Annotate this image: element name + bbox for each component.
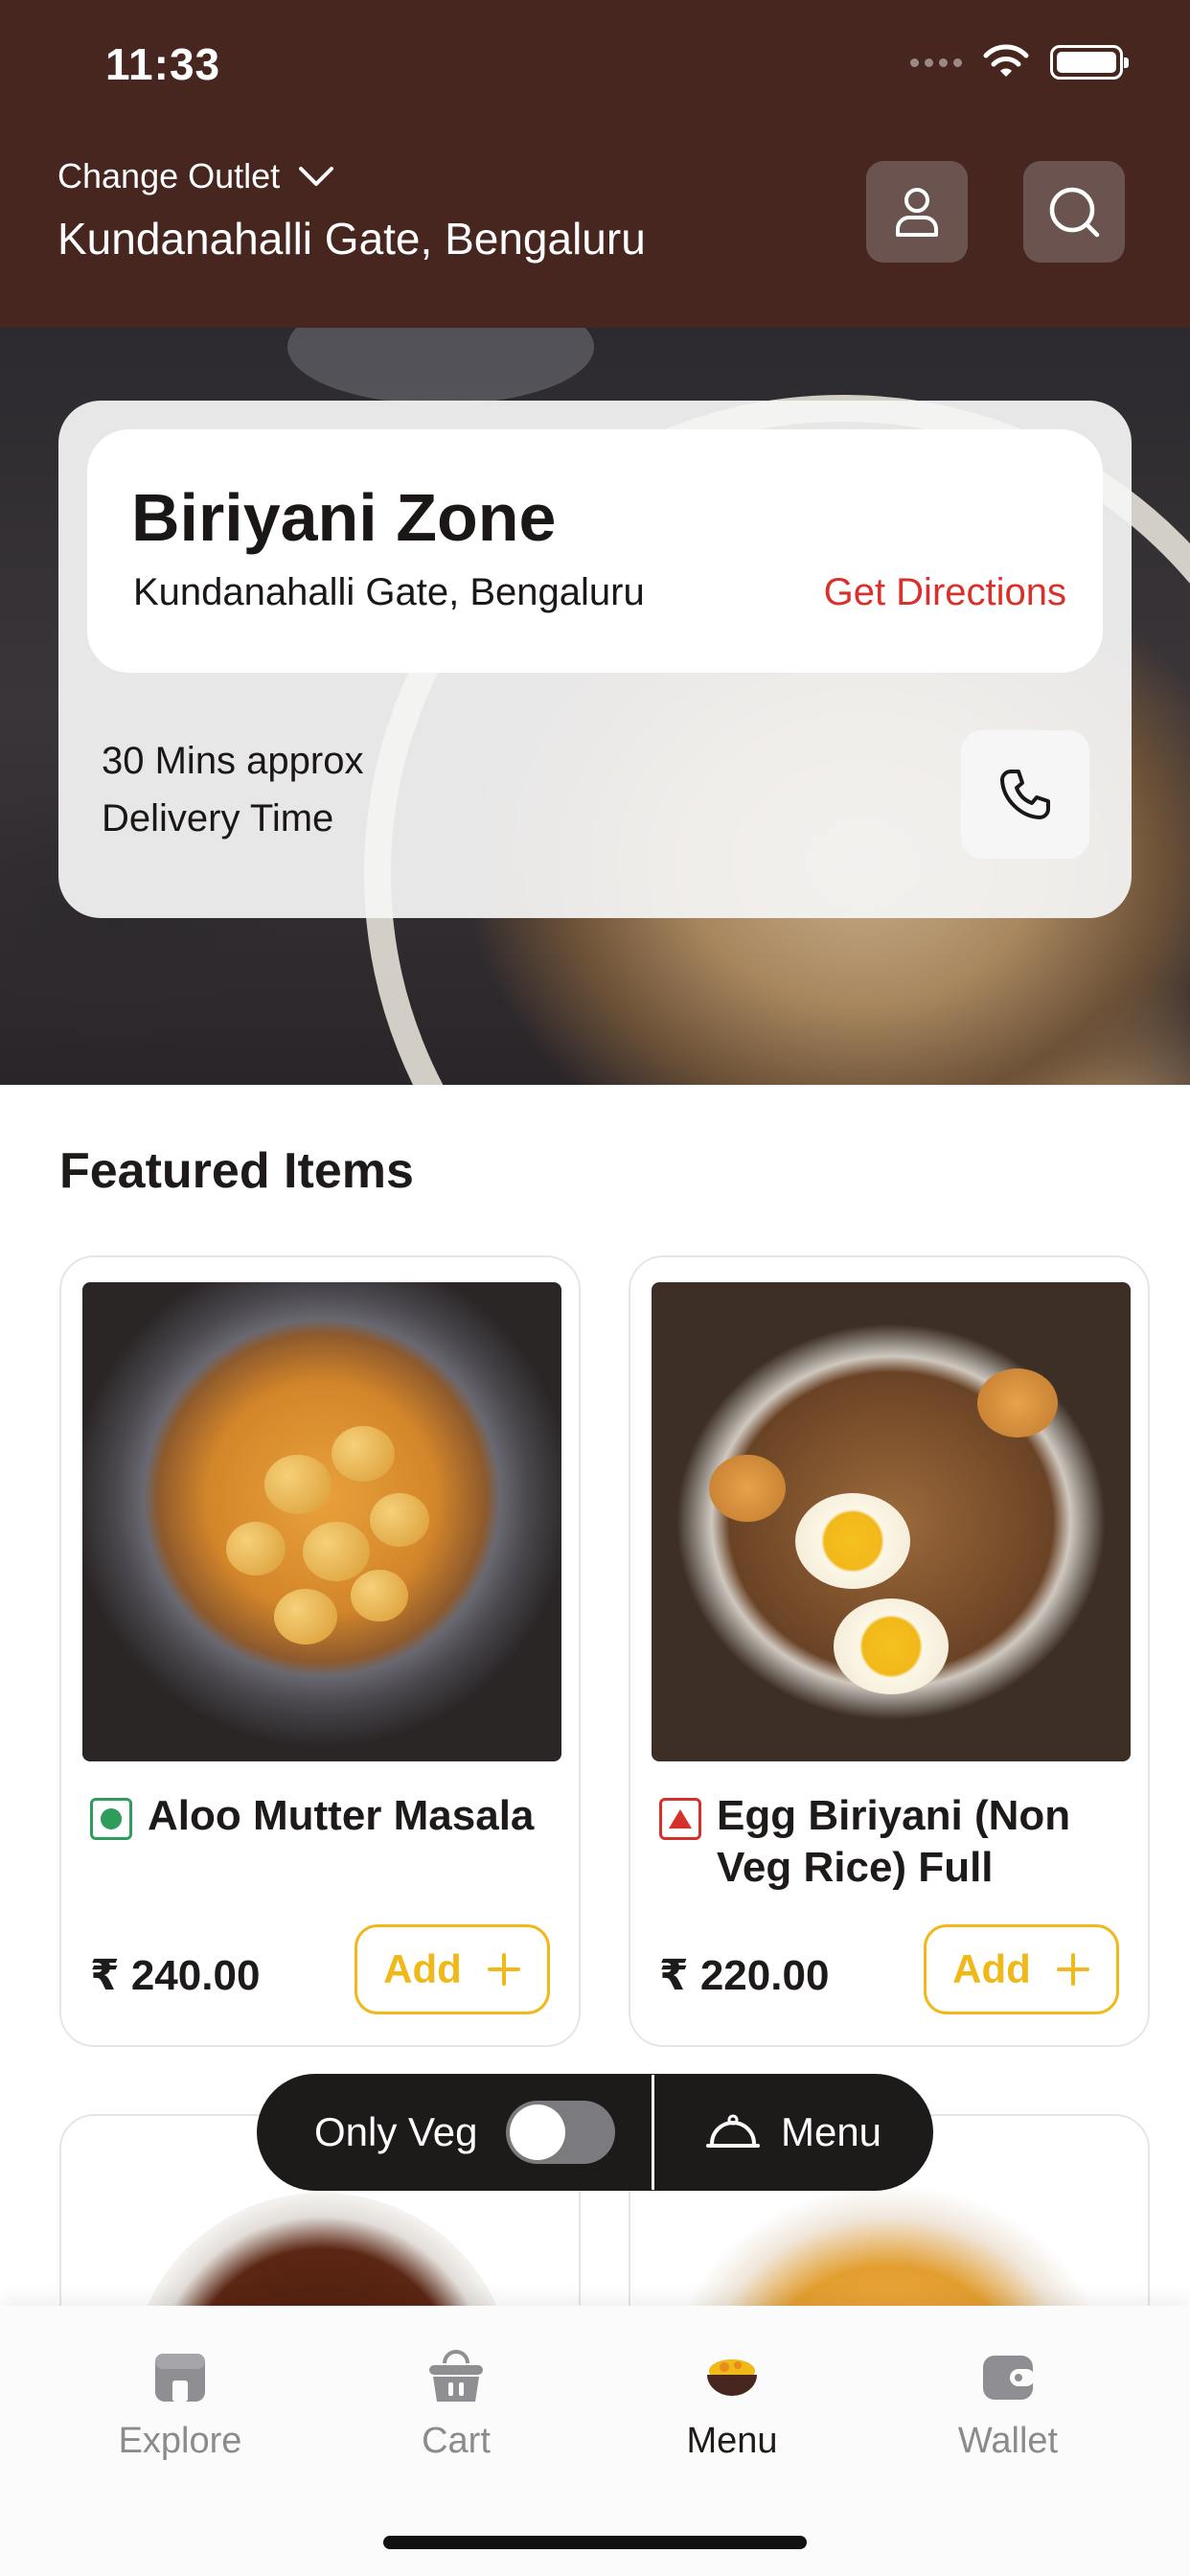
home-indicator: [383, 2536, 807, 2549]
profile-button[interactable]: [866, 161, 968, 263]
user-icon: [896, 188, 938, 237]
wifi-icon: [983, 44, 1029, 77]
status-icons: [910, 44, 1129, 80]
outlet-location: Kundanahalli Gate, Bengaluru: [57, 214, 646, 264]
basket-icon: [429, 2350, 483, 2402]
add-label: Add: [383, 1946, 462, 1991]
restaurant-name-panel: Biriyani Zone Kundanahalli Gate, Bengalu…: [87, 429, 1103, 673]
tab-label: Wallet: [957, 2421, 1059, 2461]
change-outlet-label: Change Outlet: [57, 156, 281, 196]
call-button[interactable]: [961, 730, 1089, 859]
item-price: ₹ 220.00: [659, 1952, 830, 1999]
add-to-cart-button[interactable]: Add: [924, 1924, 1119, 2014]
bowl-icon: [707, 2359, 757, 2396]
tab-label: Cart: [422, 2421, 491, 2461]
only-veg-label: Only Veg: [314, 2109, 478, 2154]
get-directions-link[interactable]: Get Directions: [824, 571, 1066, 614]
menu-label: Menu: [780, 2109, 882, 2154]
chevron-down-icon: [299, 167, 334, 186]
plus-icon: [1056, 1953, 1089, 1986]
item-image: [82, 1282, 561, 1761]
featured-item-card[interactable]: Aloo Mutter Masala ₹ 240.00 Add: [59, 1255, 581, 2047]
phone-icon: [1000, 770, 1050, 819]
featured-item-card[interactable]: Egg Biriyani (Non Veg Rice) Full ₹ 220.0…: [629, 1255, 1150, 2047]
item-image: [652, 1282, 1131, 1761]
search-button[interactable]: [1023, 161, 1125, 263]
restaurant-name: Biriyani Zone: [131, 480, 557, 555]
tab-wallet[interactable]: Wallet: [893, 2346, 1123, 2462]
hero-glass: [287, 328, 594, 404]
tab-label: Explore: [118, 2421, 242, 2461]
tab-explore[interactable]: Explore: [65, 2346, 295, 2462]
floating-filter-bar: Only Veg Menu: [257, 2074, 933, 2191]
add-label: Add: [952, 1946, 1031, 1991]
item-price: ₹ 240.00: [90, 1952, 261, 1999]
plus-icon: [487, 1953, 520, 1986]
battery-icon: [1050, 45, 1129, 80]
tab-cart[interactable]: Cart: [341, 2346, 571, 2462]
store-icon: [155, 2354, 205, 2402]
wallet-icon: [983, 2356, 1035, 2400]
app-header: 11:33 Change Outlet Kundanahalli Gate, B…: [0, 0, 1190, 328]
item-name: Egg Biriyani (Non Veg Rice) Full: [717, 1792, 1071, 1891]
menu-button[interactable]: Menu: [654, 2109, 933, 2155]
restaurant-address: Kundanahalli Gate, Bengaluru: [133, 571, 645, 613]
restaurant-info-card: Biriyani Zone Kundanahalli Gate, Bengalu…: [58, 401, 1132, 918]
add-to-cart-button[interactable]: Add: [355, 1924, 550, 2014]
featured-items-heading: Featured Items: [59, 1143, 414, 1199]
tab-menu[interactable]: Menu: [617, 2346, 847, 2462]
cellular-signal-icon: [910, 58, 962, 67]
item-name: Aloo Mutter Masala: [148, 1792, 535, 1839]
delivery-info: 30 Mins approx Delivery Time: [102, 732, 363, 847]
cloche-icon: [705, 2114, 760, 2148]
delivery-caption: Delivery Time: [102, 797, 334, 840]
delivery-time: 30 Mins approx: [102, 740, 364, 782]
change-outlet-button[interactable]: Change Outlet: [57, 156, 335, 196]
non-veg-indicator-icon: [659, 1798, 701, 1840]
veg-indicator-icon: [90, 1798, 132, 1840]
only-veg-control: Only Veg: [257, 2101, 652, 2164]
only-veg-toggle[interactable]: [506, 2101, 616, 2164]
tab-label: Menu: [686, 2421, 778, 2461]
status-time: 11:33: [105, 39, 221, 89]
search-icon: [1049, 187, 1100, 238]
